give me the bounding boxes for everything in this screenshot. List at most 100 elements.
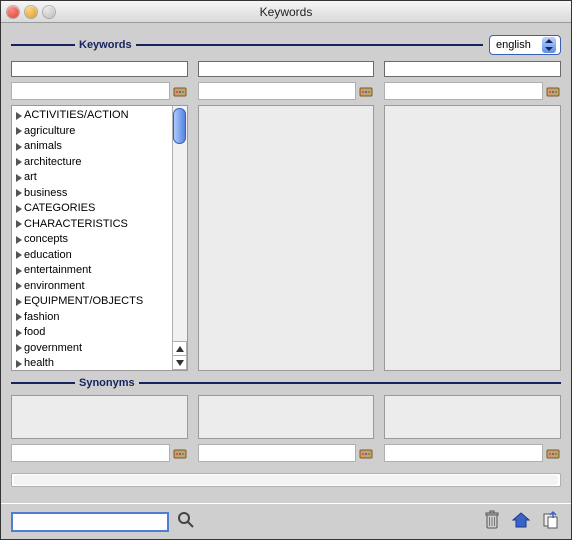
keyword-item-label: concepts xyxy=(24,232,68,248)
chevron-updown-icon xyxy=(542,37,556,53)
keyword-items-container: ACTIVITIES/ACTIONagricultureanimalsarchi… xyxy=(12,106,172,371)
keyword-item-label: education xyxy=(24,248,72,264)
disclosure-triangle-icon[interactable] xyxy=(16,236,22,244)
keyword-item[interactable]: CHARACTERISTICS xyxy=(12,217,172,233)
disclosure-triangle-icon[interactable] xyxy=(16,251,22,259)
column-left-filter-input[interactable] xyxy=(11,82,170,100)
keywords-label: Keywords xyxy=(75,39,136,51)
scroll-thumb[interactable] xyxy=(173,108,186,144)
keyword-item[interactable]: health xyxy=(12,356,172,371)
palette-icon[interactable] xyxy=(358,83,374,99)
keywords-section-header: Keywords english xyxy=(11,35,561,55)
language-selected: english xyxy=(496,39,531,51)
keyword-column-right xyxy=(384,61,561,371)
column-right-header[interactable] xyxy=(384,61,561,77)
synonym-filter-row xyxy=(11,443,561,467)
keyword-item[interactable]: CATEGORIES xyxy=(12,201,172,217)
window: Keywords Keywords english xyxy=(0,0,572,540)
palette-icon[interactable] xyxy=(172,83,188,99)
keyword-list-left: ACTIVITIES/ACTIONagricultureanimalsarchi… xyxy=(11,105,188,371)
keyword-item-label: CHARACTERISTICS xyxy=(24,217,128,233)
keyword-item-label: agriculture xyxy=(24,124,75,140)
synonym-columns xyxy=(11,395,561,439)
synonym-right-filter-input[interactable] xyxy=(384,444,543,462)
keyword-item-label: government xyxy=(24,341,82,357)
keyword-item[interactable]: food xyxy=(12,325,172,341)
search-icon[interactable] xyxy=(177,511,195,532)
disclosure-triangle-icon[interactable] xyxy=(16,143,22,151)
keyword-item[interactable]: concepts xyxy=(12,232,172,248)
disclosure-triangle-icon[interactable] xyxy=(16,158,22,166)
keyword-item-label: EQUIPMENT/OBJECTS xyxy=(24,294,143,310)
keyword-item-label: ACTIVITIES/ACTION xyxy=(24,108,129,124)
keyword-item[interactable]: animals xyxy=(12,139,172,155)
keyword-item-label: food xyxy=(24,325,45,341)
synonym-box-left xyxy=(11,395,188,439)
disclosure-triangle-icon[interactable] xyxy=(16,267,22,275)
keyword-item[interactable]: agriculture xyxy=(12,124,172,140)
keyword-item[interactable]: business xyxy=(12,186,172,202)
column-left-header[interactable] xyxy=(11,61,188,77)
disclosure-triangle-icon[interactable] xyxy=(16,282,22,290)
horizontal-scrollbar[interactable] xyxy=(11,473,561,487)
search-input[interactable] xyxy=(11,512,169,532)
column-right-filter-input[interactable] xyxy=(384,82,543,100)
column-middle-filter-row xyxy=(198,81,375,101)
zoom-button[interactable] xyxy=(43,6,55,18)
synonyms-label: Synonyms xyxy=(75,377,139,389)
keyword-column-middle xyxy=(198,61,375,371)
keyword-item[interactable]: EQUIPMENT/OBJECTS xyxy=(12,294,172,310)
column-middle-filter-input[interactable] xyxy=(198,82,357,100)
disclosure-triangle-icon[interactable] xyxy=(16,360,22,368)
keyword-item[interactable]: architecture xyxy=(12,155,172,171)
disclosure-triangle-icon[interactable] xyxy=(16,112,22,120)
disclosure-triangle-icon[interactable] xyxy=(16,220,22,228)
column-left-filter-row xyxy=(11,81,188,101)
keyword-column-left: ACTIVITIES/ACTIONagricultureanimalsarchi… xyxy=(11,61,188,371)
home-icon[interactable] xyxy=(511,510,531,533)
synonym-box-middle xyxy=(198,395,375,439)
disclosure-triangle-icon[interactable] xyxy=(16,127,22,135)
minimize-button[interactable] xyxy=(25,6,37,18)
bottom-toolbar xyxy=(1,503,571,539)
synonym-left-filter-input[interactable] xyxy=(11,444,170,462)
palette-icon[interactable] xyxy=(358,445,374,461)
keyword-item-label: health xyxy=(24,356,54,371)
keyword-item[interactable]: fashion xyxy=(12,310,172,326)
synonym-middle-filter-input[interactable] xyxy=(198,444,357,462)
export-icon[interactable] xyxy=(541,510,561,533)
keyword-item[interactable]: education xyxy=(12,248,172,264)
keyword-list-right xyxy=(384,105,561,371)
disclosure-triangle-icon[interactable] xyxy=(16,189,22,197)
keyword-item-label: entertainment xyxy=(24,263,91,279)
scroll-down-button[interactable] xyxy=(172,355,187,370)
synonyms-section-header: Synonyms xyxy=(11,377,561,389)
scrollbar-left[interactable] xyxy=(172,106,187,370)
disclosure-triangle-icon[interactable] xyxy=(16,344,22,352)
disclosure-triangle-icon[interactable] xyxy=(16,205,22,213)
language-select[interactable]: english xyxy=(489,35,561,55)
disclosure-triangle-icon[interactable] xyxy=(16,313,22,321)
disclosure-triangle-icon[interactable] xyxy=(16,174,22,182)
palette-icon[interactable] xyxy=(172,445,188,461)
keyword-item[interactable]: art xyxy=(12,170,172,186)
content-area: Keywords english ACTIVITIES/ACTIONagric xyxy=(1,23,571,539)
keyword-item[interactable]: environment xyxy=(12,279,172,295)
keyword-item[interactable]: entertainment xyxy=(12,263,172,279)
disclosure-triangle-icon[interactable] xyxy=(16,329,22,337)
window-title: Keywords xyxy=(1,5,571,19)
keyword-columns: ACTIVITIES/ACTIONagricultureanimalsarchi… xyxy=(11,61,561,371)
scroll-up-button[interactable] xyxy=(172,341,187,356)
trash-icon[interactable] xyxy=(483,510,501,533)
close-button[interactable] xyxy=(7,6,19,18)
disclosure-triangle-icon[interactable] xyxy=(16,298,22,306)
keyword-item-label: art xyxy=(24,170,37,186)
palette-icon[interactable] xyxy=(545,83,561,99)
palette-icon[interactable] xyxy=(545,445,561,461)
keyword-item[interactable]: ACTIVITIES/ACTION xyxy=(12,108,172,124)
keyword-item-label: fashion xyxy=(24,310,59,326)
keyword-item[interactable]: government xyxy=(12,341,172,357)
keyword-item-label: business xyxy=(24,186,67,202)
column-middle-header[interactable] xyxy=(198,61,375,77)
keyword-item-label: environment xyxy=(24,279,85,295)
